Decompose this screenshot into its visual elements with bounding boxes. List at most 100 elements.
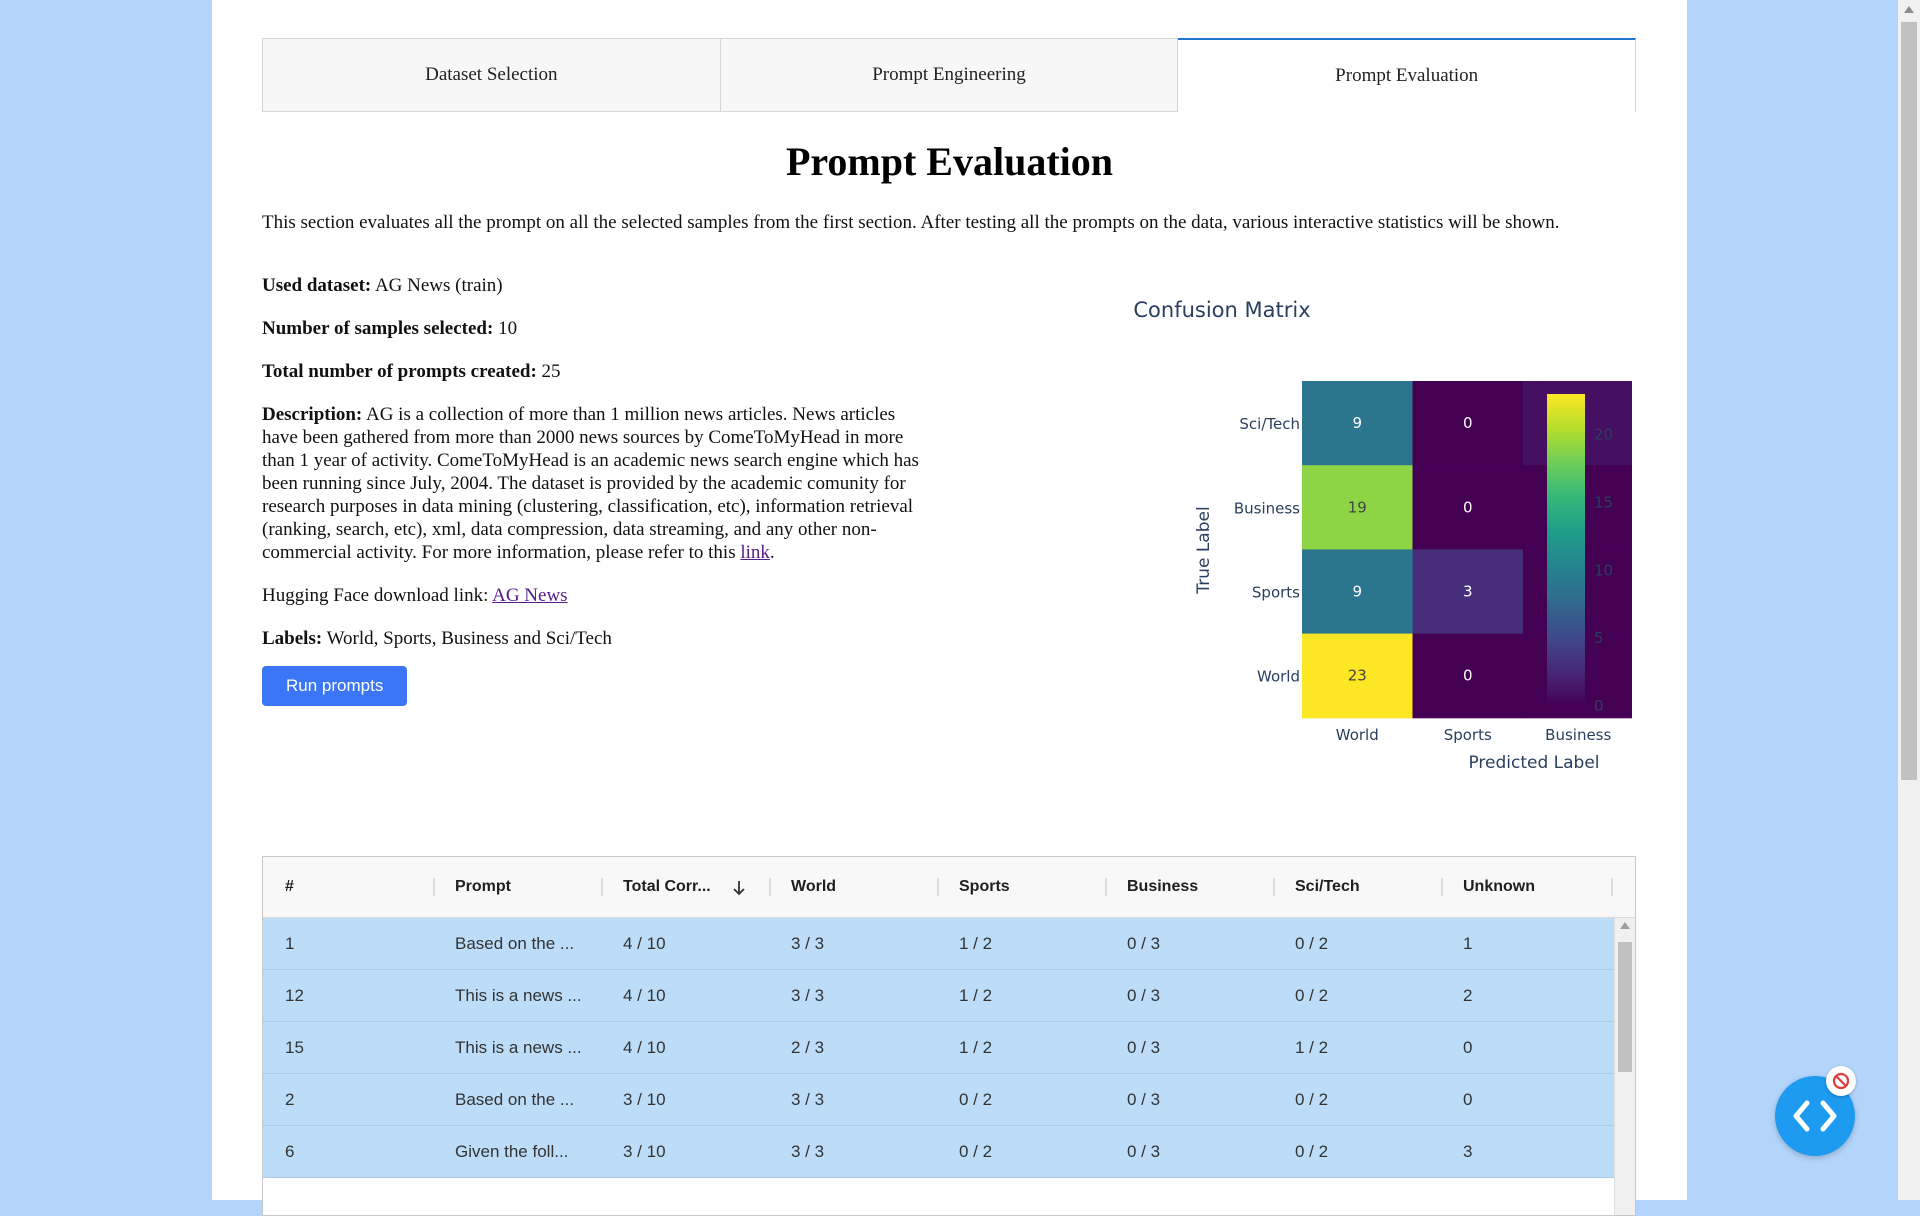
col-header-sports[interactable]: Sports — [937, 857, 1105, 917]
cell-total-correct: 4 / 10 — [623, 986, 666, 1005]
labels-line: Labels: World, Sports, Business and Sci/… — [262, 627, 932, 650]
samples-value: 10 — [498, 318, 518, 339]
description-label: Description: — [262, 404, 363, 425]
col-header-business[interactable]: Business — [1105, 857, 1273, 917]
hf-label: Hugging Face download link: — [262, 585, 489, 606]
cell-world: 3 / 3 — [791, 934, 825, 953]
tab-bar: Dataset Selection Prompt Engineering Pro… — [262, 38, 1637, 112]
tab-prompt-engineering[interactable]: Prompt Engineering — [720, 38, 1179, 112]
colorbar-tick-label: 0 — [1594, 697, 1604, 715]
table-scroll-thumb[interactable] — [1618, 942, 1632, 1072]
col-header-index[interactable]: # — [263, 857, 433, 917]
cell-world: 3 / 3 — [791, 986, 825, 1005]
description-end: . — [769, 542, 775, 563]
cell-sports: 0 / 2 — [959, 1142, 993, 1161]
y-tick-label: Business — [1234, 499, 1300, 517]
cell-business: 0 / 3 — [1127, 1142, 1161, 1161]
heatmap-cell-label: 3 — [1463, 583, 1473, 601]
cell-business: 0 / 3 — [1127, 986, 1161, 1005]
cell-prompt: Based on the ... — [455, 934, 575, 953]
no-entry-icon — [1832, 1072, 1850, 1090]
confusion-matrix-chart: Confusion Matrix 901119002930123001 Sci/… — [982, 290, 1745, 795]
table-body: 1 Based on the ... 4 / 10 3 / 3 1 / 2 0 / 3 0 … — [263, 918, 1615, 1178]
cell-total-correct: 3 / 10 — [623, 1142, 666, 1161]
cell-sports: 1 / 2 — [959, 1038, 993, 1057]
tab-dataset-selection[interactable]: Dataset Selection — [262, 38, 721, 112]
page-scroll-thumb[interactable] — [1901, 22, 1917, 780]
hf-line: Hugging Face download link: AG News — [262, 584, 932, 607]
cell-index: 12 — [285, 986, 304, 1005]
description-link[interactable]: link — [740, 542, 770, 563]
cell-scitech: 0 / 2 — [1295, 1142, 1329, 1161]
cell-index: 2 — [285, 1090, 295, 1109]
cell-prompt: Given the foll... — [455, 1142, 569, 1161]
scroll-up-icon[interactable] — [1904, 6, 1914, 13]
cell-prompt: Based on the ... — [455, 1090, 575, 1109]
description-paragraph: Description: AG is a collection of more … — [262, 403, 932, 564]
table-row[interactable]: 6 Given the foll... 3 / 10 3 / 3 0 / 2 0 / 3 0… — [263, 1126, 1615, 1178]
samples-label: Number of samples selected: — [262, 318, 494, 339]
cell-business: 0 / 3 — [1127, 934, 1161, 953]
cell-index: 6 — [285, 1142, 295, 1161]
prompts-value: 25 — [541, 361, 561, 382]
table-row[interactable]: 12 This is a news ... 4 / 10 3 / 3 1 / 2 0 / … — [263, 970, 1615, 1022]
x-tick-label: Business — [1545, 726, 1611, 744]
table-row[interactable]: 2 Based on the ... 3 / 10 3 / 3 0 / 2 0 / 3 0 … — [263, 1074, 1615, 1126]
col-header-unknown[interactable]: Unknown — [1441, 857, 1609, 917]
cell-scitech: 1 / 2 — [1295, 1038, 1329, 1057]
cell-index: 1 — [285, 934, 295, 953]
arrow-down-icon[interactable] — [731, 879, 747, 897]
x-tick-label: World — [1336, 726, 1379, 744]
cell-sports: 1 / 2 — [959, 934, 993, 953]
labels-label: Labels: — [262, 628, 323, 649]
col-separator[interactable] — [1611, 878, 1613, 896]
heatmap-cell-label: 19 — [1348, 498, 1367, 516]
prompts-line: Total number of prompts created: 25 — [262, 360, 932, 383]
tab-prompt-evaluation[interactable]: Prompt Evaluation — [1178, 38, 1637, 112]
hf-download-link[interactable]: AG News — [492, 585, 567, 606]
cell-prompt: This is a news ... — [455, 1038, 582, 1057]
table-scrollbar[interactable] — [1614, 918, 1635, 1215]
colorbar-tick-label: 15 — [1594, 494, 1613, 512]
page-title: Prompt Evaluation — [785, 139, 1114, 184]
colorbar-tick-label: 10 — [1594, 561, 1613, 579]
confusion-matrix-svg: Confusion Matrix 901119002930123001 Sci/… — [1133, 298, 1745, 773]
col-header-scitech[interactable]: Sci/Tech — [1273, 857, 1441, 917]
table-row[interactable]: 15 This is a news ... 4 / 10 2 / 3 1 / 2 0 / … — [263, 1022, 1615, 1074]
y-tick-label: Sports — [1252, 584, 1300, 602]
dataset-info: Used dataset: AG News (train) Number of … — [262, 274, 932, 706]
cell-total-correct: 4 / 10 — [623, 1038, 666, 1057]
y-tick-label: Sci/Tech — [1239, 415, 1300, 433]
main-panel: Dataset Selection Prompt Engineering Pro… — [212, 0, 1745, 1216]
cell-unknown: 1 — [1463, 934, 1473, 953]
cell-world: 3 / 3 — [791, 1090, 825, 1109]
cell-business: 0 / 3 — [1127, 1090, 1161, 1109]
labels-value: World, Sports, Business and Sci/Tech — [326, 628, 612, 649]
heatmap-cell-label: 0 — [1463, 667, 1473, 685]
col-header-world[interactable]: World — [769, 857, 937, 917]
cell-index: 15 — [285, 1038, 304, 1057]
table-row[interactable]: 1 Based on the ... 4 / 10 3 / 3 1 / 2 0 / 3 0 … — [263, 918, 1615, 970]
col-header-prompt[interactable]: Prompt — [433, 857, 601, 917]
heatmap-cell-label: 0 — [1463, 498, 1473, 516]
heatmap-cell-label: 9 — [1352, 583, 1362, 601]
cell-sports: 1 / 2 — [959, 986, 993, 1005]
colorbar-tick-label: 5 — [1594, 629, 1604, 647]
table-header: # Prompt Total Corr... World Sports Busi… — [263, 857, 1635, 918]
cell-scitech: 0 / 2 — [1295, 1090, 1329, 1109]
intro-text: This section evaluates all the prompt on… — [262, 212, 1560, 233]
prompts-label: Total number of prompts created: — [262, 361, 537, 382]
cell-business: 0 / 3 — [1127, 1038, 1161, 1057]
y-tick-label: World — [1257, 668, 1300, 686]
cell-unknown: 2 — [1463, 986, 1473, 1005]
run-prompts-button[interactable]: Run prompts — [262, 666, 408, 706]
used-dataset-line: Used dataset: AG News (train) — [262, 274, 932, 297]
disable-badge-button[interactable] — [1826, 1066, 1856, 1096]
results-table: # Prompt Total Corr... World Sports Busi… — [262, 856, 1636, 1216]
used-dataset-label: Used dataset: — [262, 275, 372, 296]
heatmap-cell-label: 9 — [1352, 414, 1362, 432]
scroll-up-icon[interactable] — [1620, 922, 1630, 929]
page-scrollbar[interactable] — [1898, 0, 1920, 1200]
heatmap-cell-label: 0 — [1463, 414, 1473, 432]
used-dataset-value: AG News (train) — [374, 275, 503, 296]
